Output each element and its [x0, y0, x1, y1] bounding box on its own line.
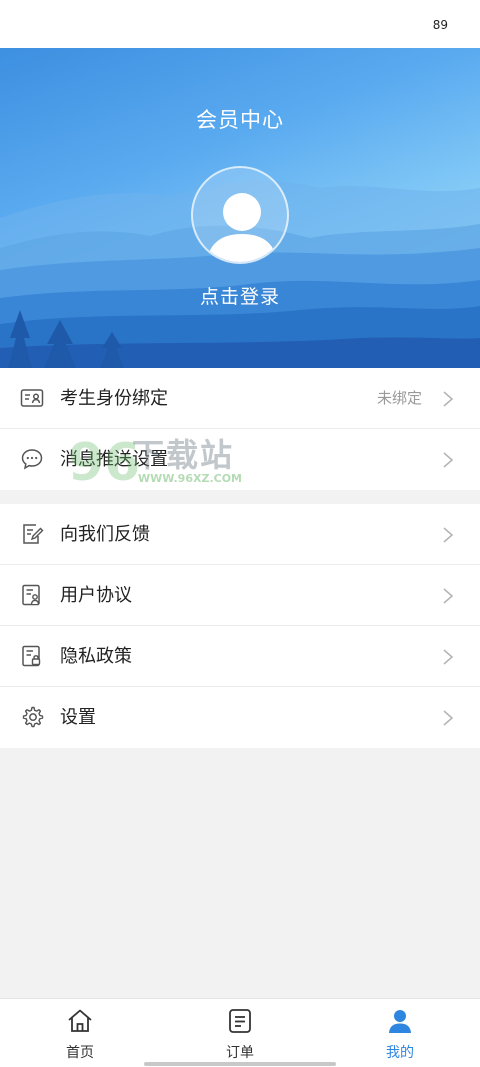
tab-orders[interactable]: 订单 [160, 999, 320, 1067]
menu-item-user-agreement[interactable]: 用户协议 [0, 565, 480, 626]
tab-label: 订单 [226, 1045, 254, 1061]
chevron-right-icon [443, 391, 454, 407]
gear-icon [22, 706, 44, 728]
privacy-doc-icon [22, 645, 41, 667]
agreement-doc-icon [22, 584, 40, 606]
status-bar: 89 [0, 0, 480, 48]
account-menu: 考生身份绑定 未绑定 消息推送设置 [0, 368, 480, 490]
info-menu: 向我们反馈 用户协议 隐私政策 设置 [0, 504, 480, 748]
menu-item-label: 用户协议 [60, 585, 132, 606]
tab-mine[interactable]: 我的 [320, 999, 480, 1067]
avatar[interactable] [191, 166, 289, 264]
menu-item-feedback[interactable]: 向我们反馈 [0, 504, 480, 565]
member-header: 会员中心 点击登录 [0, 48, 480, 368]
menu-item-label: 考生身份绑定 [60, 388, 168, 409]
tab-label: 我的 [386, 1045, 414, 1061]
chevron-right-icon [443, 452, 454, 468]
binding-status: 未绑定 [376, 389, 422, 407]
menu-item-privacy-policy[interactable]: 隐私政策 [0, 626, 480, 687]
menu-item-settings[interactable]: 设置 [0, 687, 480, 748]
id-card-icon [20, 389, 44, 407]
menu-item-push-settings[interactable]: 消息推送设置 [0, 429, 480, 490]
menu-item-label: 设置 [60, 707, 96, 728]
chevron-right-icon [443, 710, 454, 726]
order-list-icon [229, 1009, 251, 1033]
chevron-right-icon [443, 649, 454, 665]
bottom-tab-bar: 首页 订单 我的 [0, 998, 480, 1067]
menu-item-label: 向我们反馈 [60, 524, 150, 545]
chat-bubble-icon [21, 449, 43, 470]
menu-item-label: 隐私政策 [60, 646, 132, 667]
tab-home[interactable]: 首页 [0, 999, 160, 1067]
chevron-right-icon [443, 588, 454, 604]
menu-item-identity-binding[interactable]: 考生身份绑定 未绑定 [0, 368, 480, 429]
battery-level: 89 [432, 18, 448, 32]
chevron-right-icon [443, 527, 454, 543]
menu-item-label: 消息推送设置 [60, 449, 168, 470]
tab-label: 首页 [66, 1045, 94, 1061]
default-avatar-icon [206, 193, 278, 262]
page-title: 会员中心 [196, 108, 284, 132]
login-link[interactable]: 点击登录 [0, 282, 480, 309]
home-indicator[interactable] [144, 1062, 336, 1066]
person-icon [389, 1010, 411, 1033]
feedback-edit-icon [23, 524, 44, 544]
home-icon [68, 1009, 92, 1032]
